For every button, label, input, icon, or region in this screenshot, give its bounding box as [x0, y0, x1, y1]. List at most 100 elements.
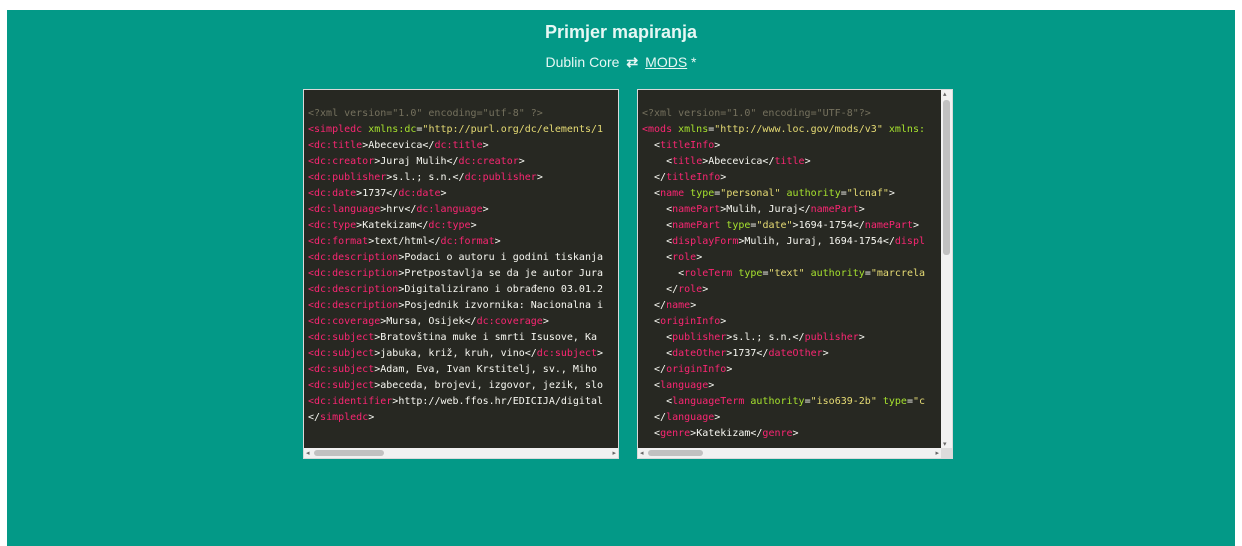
- code-token: >: [714, 412, 721, 423]
- code-line: <roleTerm type="text" authority="marcrel…: [642, 266, 940, 282]
- code-token: >abeceda, brojevi, izgovor, jezik, slo: [374, 380, 604, 391]
- code-token: <dc:subject: [308, 364, 375, 375]
- mapping-panel: Primjer mapiranja Dublin Core ⇄ MODS *: [7, 10, 1235, 546]
- code-line: <namePart>Mulih, Juraj</namePart>: [642, 202, 940, 218]
- code-token: dc:type: [428, 220, 471, 231]
- code-line: <dc:description>Podaci o autoru i godini…: [308, 250, 618, 266]
- code-token: simpledc: [320, 412, 369, 423]
- code-token: xmlns:dc: [368, 124, 417, 135]
- code-token: dc:title: [434, 140, 483, 151]
- code-line: <mods xmlns="http://www.loc.gov/mods/v3"…: [642, 122, 940, 138]
- code-line: <namePart type="date">1694-1754</namePar…: [642, 218, 940, 234]
- page-title: Primjer mapiranja: [544, 22, 698, 42]
- code-line: <dc:title>Abecevica</dc:title>: [308, 138, 618, 154]
- code-token: <mods: [642, 124, 679, 135]
- code-token: name: [660, 188, 691, 199]
- code-token: <dc:format: [308, 236, 369, 247]
- scroll-up-icon[interactable]: ▴: [943, 90, 947, 98]
- code-line: <dc:subject>Bratovština muke i smrti Isu…: [308, 330, 618, 346]
- code-token: <: [642, 348, 673, 359]
- code-token: "personal": [720, 188, 781, 199]
- code-token: <dc:description: [308, 284, 399, 295]
- scroll-down-icon[interactable]: ▾: [943, 440, 947, 448]
- code-token: <dc:language: [308, 204, 381, 215]
- code-token: genre: [762, 428, 793, 439]
- code-token: <: [642, 316, 661, 327]
- scroll-left-icon[interactable]: ◂: [306, 449, 310, 457]
- code-token: <dc:description: [308, 268, 399, 279]
- scrollbar-thumb[interactable]: [314, 450, 384, 456]
- scrollbar-thumb[interactable]: [648, 450, 703, 456]
- code-token: publisher: [804, 332, 859, 343]
- code-token: namePart: [810, 204, 859, 215]
- code-token: <dc:identifier: [308, 396, 393, 407]
- code-token: role: [672, 252, 697, 263]
- code-line: <dc:creator>Juraj Mulih</dc:creator>: [308, 154, 618, 170]
- code-line: </name>: [642, 298, 940, 314]
- code-token: >1737</: [726, 348, 769, 359]
- code-token: >: [858, 332, 865, 343]
- code-token: displ: [894, 236, 925, 247]
- code-token: >: [912, 220, 919, 231]
- code-token: >: [888, 188, 895, 199]
- code-token: type: [876, 396, 907, 407]
- code-token: "http://purl.org/dc/elements/1: [422, 124, 604, 135]
- code-token: >: [440, 188, 447, 199]
- dublin-core-code-view[interactable]: <?xml version="1.0" encoding="utf-8" ?> <…: [303, 89, 619, 459]
- code-token: >: [792, 428, 799, 439]
- code-line: </titleInfo>: [642, 170, 940, 186]
- code-token: </: [642, 412, 667, 423]
- code-token: >: [690, 300, 697, 311]
- code-token: publisher: [672, 332, 727, 343]
- code-token: <: [642, 380, 661, 391]
- code-token: >text/html</: [368, 236, 441, 247]
- code-token: dc:language: [416, 204, 483, 215]
- code-token: titleInfo: [660, 140, 715, 151]
- scroll-right-icon[interactable]: ▸: [612, 449, 616, 457]
- code-line: <dateOther>1737</dateOther>: [642, 346, 940, 362]
- code-token: <: [642, 220, 673, 231]
- code-token: >: [597, 348, 604, 359]
- code-token: >Mursa, Osijek</: [380, 316, 477, 327]
- horizontal-scrollbar[interactable]: ◂ ▸: [638, 448, 941, 458]
- code-line: <dc:publisher>s.l.; s.n.</dc:publisher>: [308, 170, 618, 186]
- code-token: >s.l.; s.n.</: [386, 172, 465, 183]
- code-token: >: [542, 316, 549, 327]
- scroll-left-icon[interactable]: ◂: [640, 449, 644, 457]
- code-token: >: [482, 204, 489, 215]
- mods-code-view[interactable]: <?xml version="1.0" encoding="UTF-8"?> <m…: [637, 89, 953, 459]
- code-token: <dc:publisher: [308, 172, 387, 183]
- code-token: dc:creator: [458, 156, 519, 167]
- code-line: <?xml version="1.0" encoding="UTF-8"?>: [642, 106, 940, 122]
- code-token: "c: [912, 396, 926, 407]
- code-line: <title>Abecevica</title>: [642, 154, 940, 170]
- code-token: "http://www.loc.gov/mods/v3": [714, 124, 883, 135]
- code-line: <titleInfo>: [642, 138, 940, 154]
- code-line: <originInfo>: [642, 314, 940, 330]
- code-line: <displayForm>Mulih, Juraj, 1694-1754</di…: [642, 234, 940, 250]
- code-line: <role>: [642, 250, 940, 266]
- swap-icon[interactable]: ⇄: [626, 54, 638, 70]
- code-token: >: [714, 140, 721, 151]
- horizontal-scrollbar[interactable]: ◂ ▸: [304, 448, 618, 458]
- code-token: <: [642, 332, 673, 343]
- code-token: genre: [660, 428, 691, 439]
- vertical-scrollbar[interactable]: ▴ ▾: [941, 90, 952, 448]
- code-line: <dc:description>Pretpostavlja se da je a…: [308, 266, 618, 282]
- code-line: <dc:identifier>http://web.ffos.hr/EDICIJ…: [308, 394, 618, 410]
- code-token: >Pretpostavlja se da je autor Jura: [398, 268, 604, 279]
- to-format-link[interactable]: MODS: [645, 54, 687, 70]
- code-token: originInfo: [666, 364, 727, 375]
- code-token: >Digitalizirano i obrađeno 03.01.2: [398, 284, 604, 295]
- code-token: >: [822, 348, 829, 359]
- code-token: >Bratovština muke i smrti Isusove, Ka: [374, 332, 597, 343]
- code-token: </: [642, 172, 667, 183]
- scroll-right-icon[interactable]: ▸: [935, 449, 939, 457]
- code-line: <simpledc xmlns:dc="http://purl.org/dc/e…: [308, 122, 618, 138]
- scrollbar-thumb[interactable]: [943, 100, 950, 255]
- code-token: >Podaci o autoru i godini tiskanja: [398, 252, 604, 263]
- code-token: <dc:type: [308, 220, 357, 231]
- code-token: <dc:date: [308, 188, 357, 199]
- code-token: </: [642, 300, 667, 311]
- code-token: namePart: [672, 204, 721, 215]
